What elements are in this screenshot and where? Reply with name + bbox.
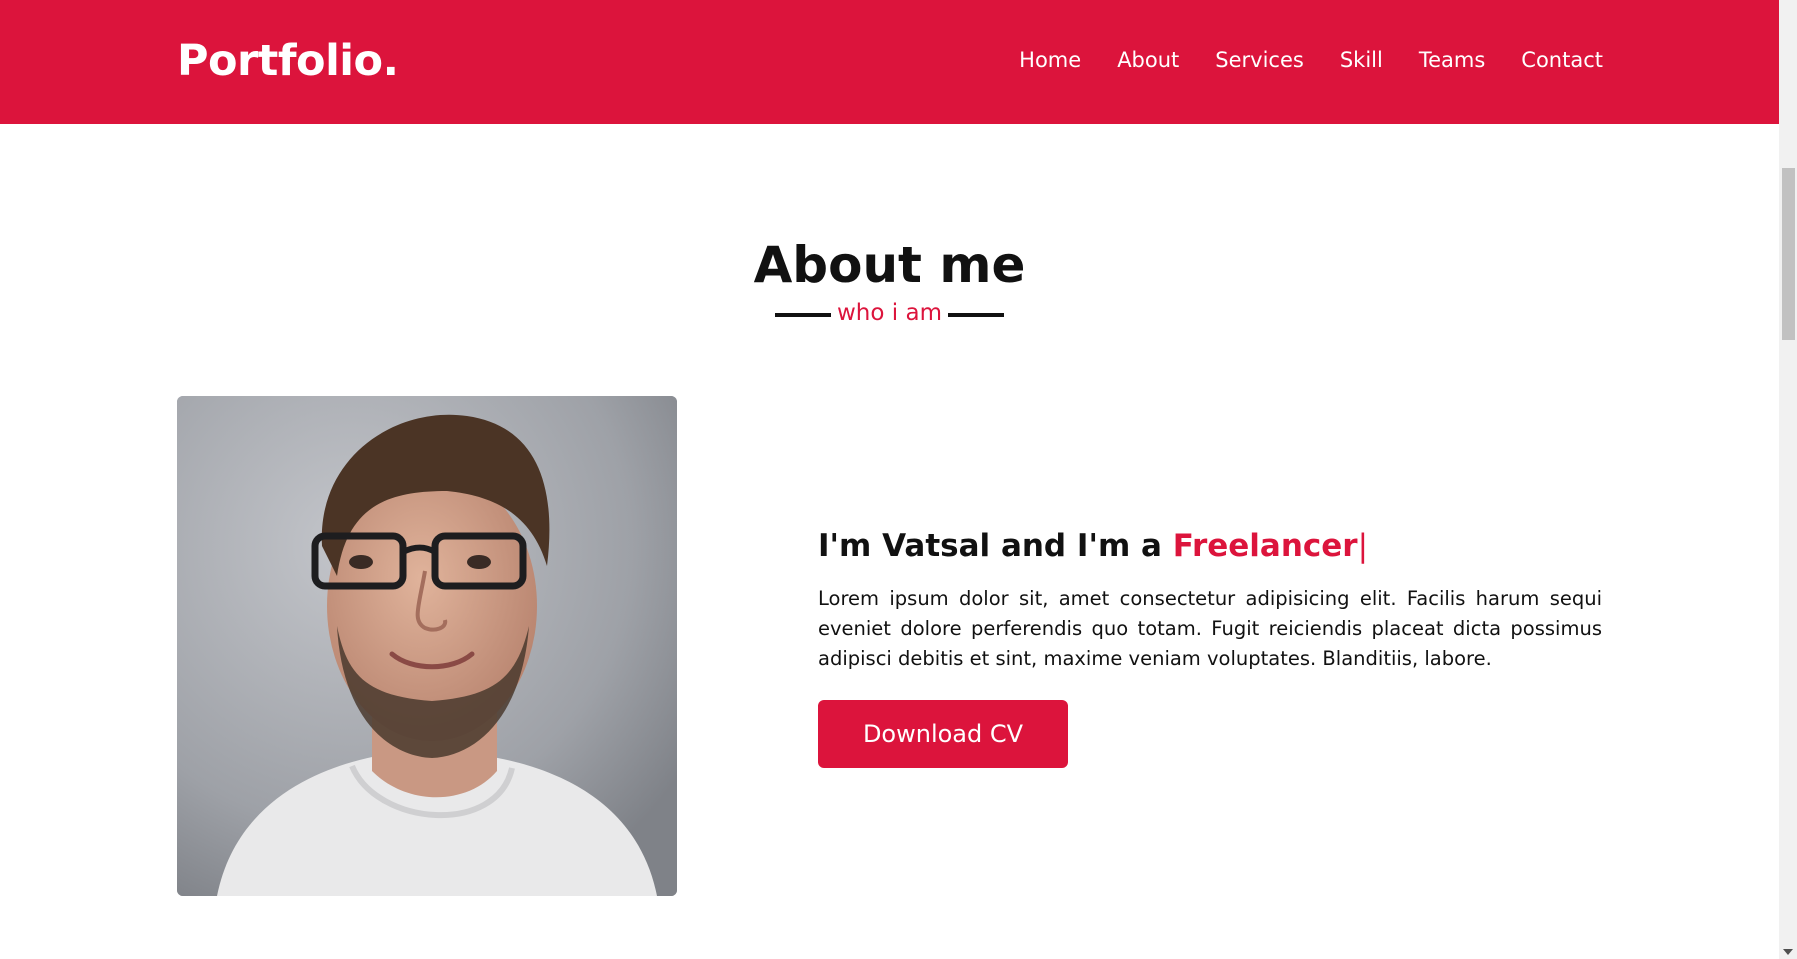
headline-role: Freelancer	[1172, 528, 1358, 564]
about-content: I'm Vatsal and I'm a Freelancer| Lorem i…	[818, 528, 1602, 768]
nav-link-contact[interactable]: Contact	[1521, 48, 1603, 72]
nav-link-services[interactable]: Services	[1215, 48, 1304, 72]
about-headline: I'm Vatsal and I'm a Freelancer|	[818, 528, 1602, 564]
logo[interactable]: Portfolio.	[177, 36, 399, 86]
section-title: About me	[753, 236, 1026, 294]
vertical-scrollbar[interactable]	[1779, 0, 1797, 959]
nav-link-about[interactable]: About	[1117, 48, 1179, 72]
subtitle-right-line	[947, 313, 1004, 317]
scroll-down-arrow-icon[interactable]	[1783, 949, 1793, 955]
typing-cursor: |	[1357, 528, 1369, 564]
nav-link-teams[interactable]: Teams	[1419, 48, 1485, 72]
section-subtitle: who i am	[837, 300, 942, 326]
download-cv-button[interactable]: Download CV	[818, 700, 1068, 768]
section-subtitle-row: who i am	[0, 300, 1779, 326]
headline-prefix: I'm Vatsal and I'm a	[818, 528, 1173, 564]
subtitle-left-line	[775, 313, 831, 317]
nav-link-home[interactable]: Home	[1019, 48, 1081, 72]
navbar: Portfolio. Home About Services Skill Tea…	[0, 0, 1779, 124]
portrait-illustration	[177, 396, 677, 896]
profile-photo	[177, 396, 677, 896]
nav-menu: Home About Services Skill Teams Contact	[1019, 48, 1603, 72]
scrollbar-thumb[interactable]	[1782, 168, 1795, 340]
nav-link-skill[interactable]: Skill	[1340, 48, 1383, 72]
about-paragraph: Lorem ipsum dolor sit, amet consectetur …	[818, 587, 1602, 670]
